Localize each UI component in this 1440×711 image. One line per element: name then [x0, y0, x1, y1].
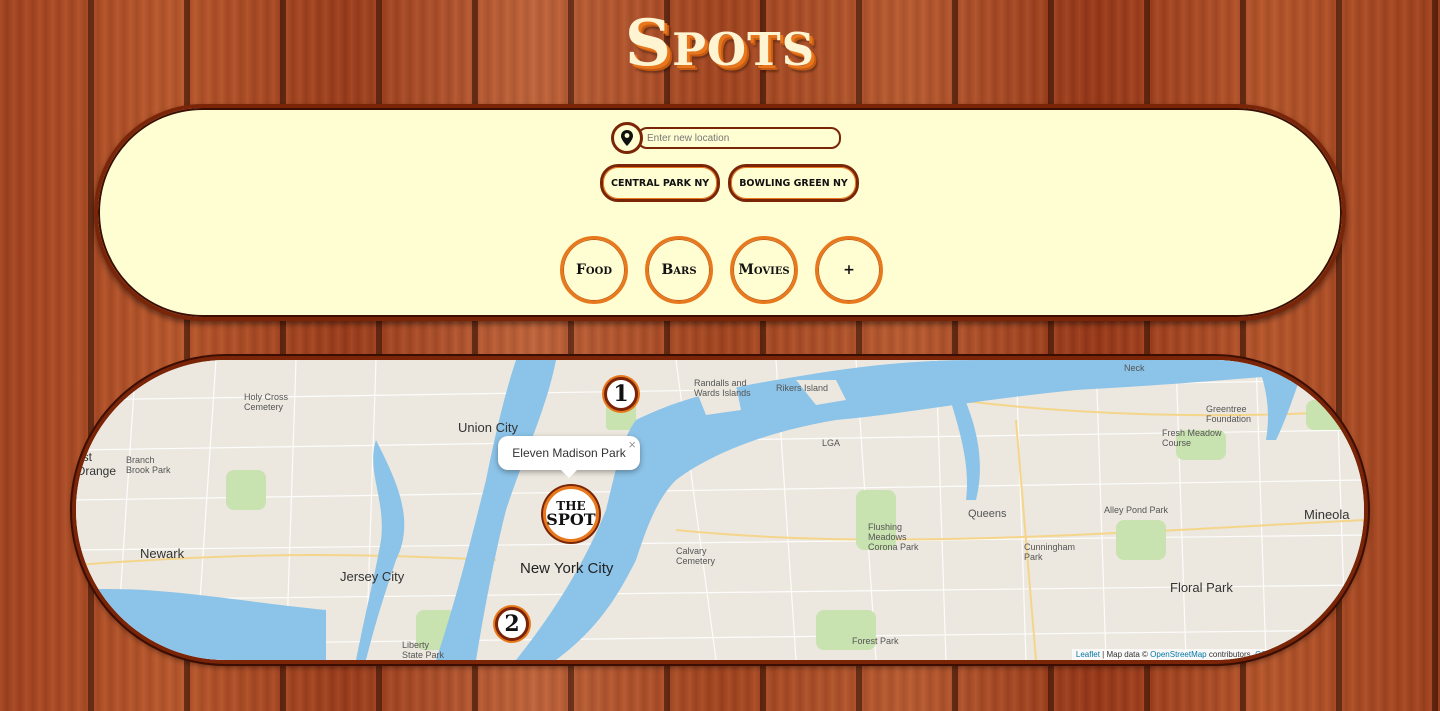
label-calvary: Calvary Cemetery	[676, 546, 716, 566]
label-floral-park: Floral Park	[1170, 580, 1233, 595]
label-queens: Queens	[968, 508, 1007, 520]
label-jersey-city: Jersey City	[340, 569, 405, 584]
location-pin-icon[interactable]	[611, 122, 643, 154]
label-cunningham-park: Cunningham Park	[1024, 542, 1076, 562]
map-popup: Eleven Madison Park ×	[498, 436, 640, 478]
leaflet-link[interactable]: Leaflet	[1076, 650, 1100, 659]
label-alley-pond-park: Alley Pond Park	[1104, 505, 1169, 515]
label-mineola: Mineola	[1304, 507, 1350, 522]
saved-location-central-park[interactable]: Central Park NY	[600, 164, 721, 202]
label-holy-cross: Holy Cross Cemetery	[244, 392, 289, 412]
popup-title: Eleven Madison Park	[512, 446, 626, 460]
spot-marker-1[interactable]: 1	[604, 377, 638, 411]
map-attribution: Leaflet | Map data © OpenStreetMap contr…	[1071, 649, 1284, 660]
label-greentree: Greentree Foundation	[1206, 404, 1252, 424]
cc-link[interactable]: CC-BY	[1255, 650, 1280, 659]
label-new-york-city: New York City	[520, 560, 614, 577]
label-fresh-meadow: Fresh Meadow Course	[1162, 428, 1222, 448]
label-lga: LGA	[822, 438, 841, 448]
spot-marker-2[interactable]: 2	[495, 607, 529, 641]
search-panel: Central Park NY Bowling Green NY Food Ba…	[94, 104, 1346, 321]
label-union-city: Union City	[458, 420, 518, 435]
food-button[interactable]: Food	[560, 236, 628, 304]
label-newark: Newark	[140, 546, 185, 561]
label-east-orange: ast Orange	[76, 450, 117, 478]
label-randalls-island: Randalls and Wards Islands	[694, 378, 751, 398]
label-forest-park: Forest Park	[852, 636, 899, 646]
label-flushing-meadows: Flushing Meadows Corona Park	[868, 522, 919, 552]
add-category-button[interactable]: +	[815, 236, 883, 304]
saved-location-bowling-green[interactable]: Bowling Green NY	[728, 164, 859, 202]
label-rikers-island: Rikers Island	[776, 383, 829, 393]
map[interactable]: New York City Newark Jersey City Union C…	[72, 356, 1368, 664]
label-liberty-state: Liberty State Park	[402, 640, 445, 660]
movies-button[interactable]: Movies	[730, 236, 798, 304]
osm-link[interactable]: OpenStreetMap	[1150, 650, 1206, 659]
app-title: Spots	[624, 6, 816, 81]
saved-locations: Central Park NY Bowling Green NY	[600, 164, 859, 202]
popup-close-icon[interactable]: ×	[628, 437, 636, 452]
location-input[interactable]	[637, 127, 841, 149]
bars-button[interactable]: Bars	[645, 236, 713, 304]
location-search	[611, 122, 841, 154]
label-branch-brook: Branch Brook Park	[126, 455, 171, 475]
label-neck: Neck	[1124, 363, 1145, 373]
the-spot-marker[interactable]: THE SPOT	[543, 486, 599, 542]
category-buttons: Food Bars Movies +	[560, 236, 883, 304]
